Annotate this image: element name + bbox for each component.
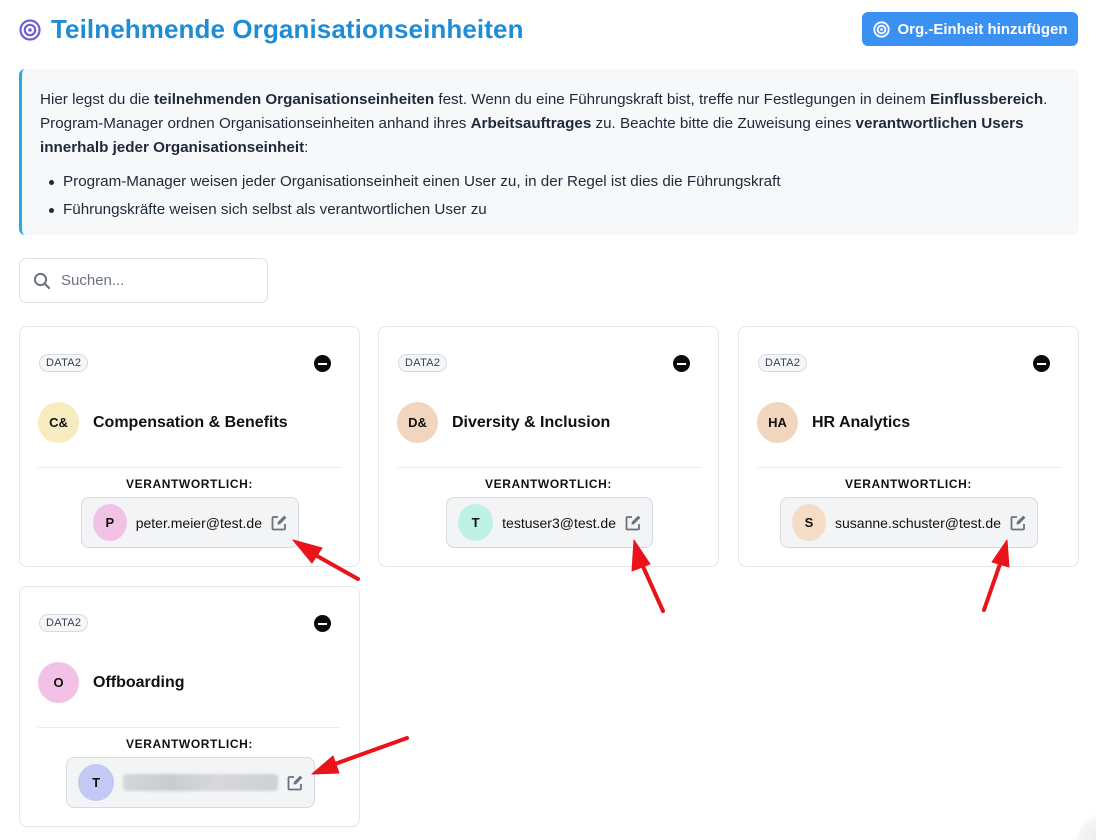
- minus-icon: [318, 362, 327, 365]
- user-avatar: P: [93, 504, 127, 541]
- user-avatar: T: [458, 504, 494, 541]
- unit-row: D& Diversity & Inclusion: [397, 402, 610, 443]
- add-button-label: Org.-Einheit hinzufügen: [897, 20, 1068, 38]
- unit-avatar: O: [38, 662, 79, 703]
- org-unit-card: DATA2 HA HR Analytics VERANTWORTLICH: S …: [738, 326, 1079, 567]
- data-badge: DATA2: [39, 354, 89, 372]
- page-title: Teilnehmende Organisationseinheiten: [51, 14, 524, 44]
- target-icon: [19, 18, 41, 41]
- info-text-bold: Arbeitsauftrages: [470, 115, 592, 132]
- minus-icon: [1037, 362, 1046, 365]
- info-text-part: Hier legst du die: [40, 91, 154, 108]
- info-text-bold: Einflussbereich: [930, 91, 1044, 108]
- info-text-bold: teilnehmenden Organisationseinheiten: [153, 91, 435, 108]
- responsible-user-chip[interactable]: T testuser3@test.de: [446, 497, 653, 548]
- user-email: testuser3@test.de: [502, 514, 616, 531]
- divider: [757, 467, 1060, 468]
- unit-name: Diversity & Inclusion: [452, 413, 611, 431]
- user-avatar: S: [792, 504, 827, 541]
- minus-icon: [677, 362, 686, 365]
- info-text-part: zu. Beachte bitte die Zuweisung eines: [591, 115, 856, 132]
- unit-avatar: HA: [757, 402, 798, 443]
- remove-unit-button[interactable]: [314, 615, 331, 632]
- info-bullet-list: Program-Manager weisen jeder Organisatio…: [40, 168, 1061, 224]
- user-avatar: T: [78, 764, 115, 801]
- search-icon: [33, 272, 51, 290]
- search-input[interactable]: [61, 272, 251, 289]
- divider: [38, 467, 341, 468]
- responsible-label: VERANTWORTLICH:: [845, 477, 972, 491]
- unit-row: HA HR Analytics: [757, 402, 910, 443]
- user-email: susanne.schuster@test.de: [835, 514, 1001, 531]
- unit-name: Offboarding: [93, 673, 185, 691]
- remove-unit-button[interactable]: [673, 355, 690, 372]
- info-bullet: Führungskräfte weisen sich selbst als ve…: [40, 196, 1061, 224]
- responsible-label: VERANTWORTLICH:: [126, 477, 253, 491]
- user-email: peter.meier@test.de: [135, 514, 262, 531]
- info-text: Hier legst du die teilnehmenden Organisa…: [40, 88, 1061, 160]
- edit-icon[interactable]: [624, 514, 642, 532]
- unit-row: O Offboarding: [38, 662, 185, 703]
- info-text-part: :: [304, 139, 309, 156]
- user-email-redacted: [123, 774, 278, 791]
- info-box: Hier legst du die teilnehmenden Organisa…: [19, 69, 1079, 235]
- info-text-part: fest. Wenn du eine Führungskraft bist, t…: [434, 91, 931, 108]
- info-bullet: Program-Manager weisen jeder Organisatio…: [40, 168, 1061, 196]
- responsible-user-chip[interactable]: T: [66, 757, 315, 808]
- responsible-label: VERANTWORTLICH:: [485, 477, 612, 491]
- edit-icon[interactable]: [286, 774, 304, 792]
- org-unit-card: DATA2 O Offboarding VERANTWORTLICH: T: [19, 586, 360, 827]
- unit-name: HR Analytics: [812, 413, 911, 431]
- divider: [397, 467, 700, 468]
- unit-row: C& Compensation & Benefits: [38, 402, 288, 443]
- remove-unit-button[interactable]: [314, 355, 331, 372]
- target-icon: [872, 20, 890, 38]
- search-box[interactable]: [19, 258, 268, 303]
- responsible-user-chip[interactable]: P peter.meier@test.de: [81, 497, 299, 548]
- minus-icon: [318, 622, 327, 625]
- title-wrap: Teilnehmende Organisationseinheiten: [19, 14, 524, 45]
- data-badge: DATA2: [398, 354, 448, 372]
- data-badge: DATA2: [758, 354, 808, 372]
- data-badge: DATA2: [39, 614, 89, 632]
- edit-icon[interactable]: [270, 514, 288, 532]
- remove-unit-button[interactable]: [1033, 355, 1050, 372]
- unit-avatar: C&: [38, 402, 79, 443]
- responsible-user-chip[interactable]: S susanne.schuster@test.de: [780, 497, 1038, 548]
- add-org-unit-button[interactable]: Org.-Einheit hinzufügen: [862, 12, 1078, 46]
- page-header: Teilnehmende Organisationseinheiten Org.…: [19, 12, 1078, 48]
- responsible-label: VERANTWORTLICH:: [126, 737, 253, 751]
- scroll-fab-shadow: [1076, 810, 1096, 840]
- org-unit-card: DATA2 C& Compensation & Benefits VERANTW…: [19, 326, 360, 567]
- edit-icon[interactable]: [1009, 514, 1027, 532]
- unit-name: Compensation & Benefits: [93, 413, 288, 431]
- org-unit-card: DATA2 D& Diversity & Inclusion VERANTWOR…: [378, 326, 719, 567]
- unit-avatar: D&: [397, 402, 438, 443]
- divider: [38, 727, 341, 728]
